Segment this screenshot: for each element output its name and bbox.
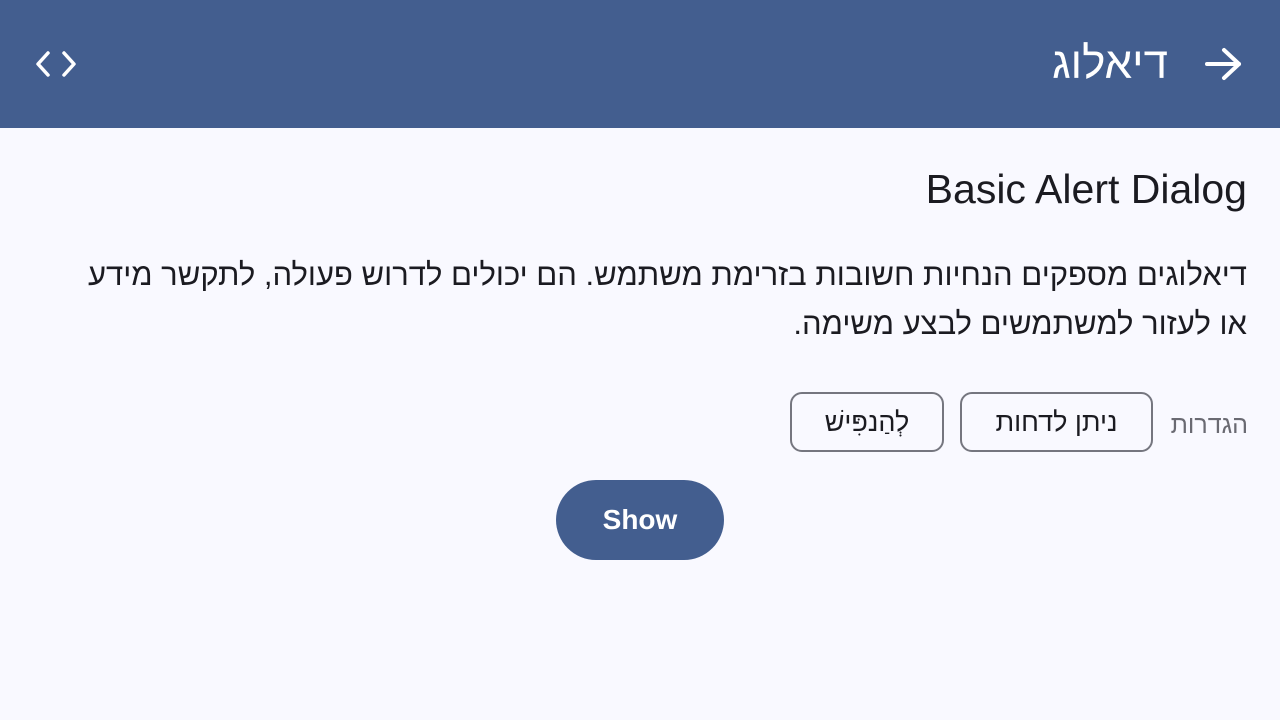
section-title: Basic Alert Dialog — [925, 166, 1247, 212]
dialog-description: דיאלוגים מספקים הנחיות חשובות בזרימת משת… — [88, 257, 1247, 341]
code-icon — [36, 51, 76, 77]
show-button[interactable]: Show — [556, 480, 724, 560]
back-button[interactable] — [1196, 38, 1252, 90]
settings-label: הגדרות — [1170, 411, 1248, 439]
top-app-bar: דיאלוג — [0, 0, 1280, 128]
code-button[interactable] — [28, 40, 84, 88]
page-title: דיאלוג — [1052, 39, 1168, 88]
arrow-forward-icon — [1205, 48, 1241, 80]
modal-chip[interactable]: לְהַנפִּישׁ — [790, 392, 944, 452]
dismissible-chip[interactable]: ניתן לדחות — [960, 392, 1153, 452]
